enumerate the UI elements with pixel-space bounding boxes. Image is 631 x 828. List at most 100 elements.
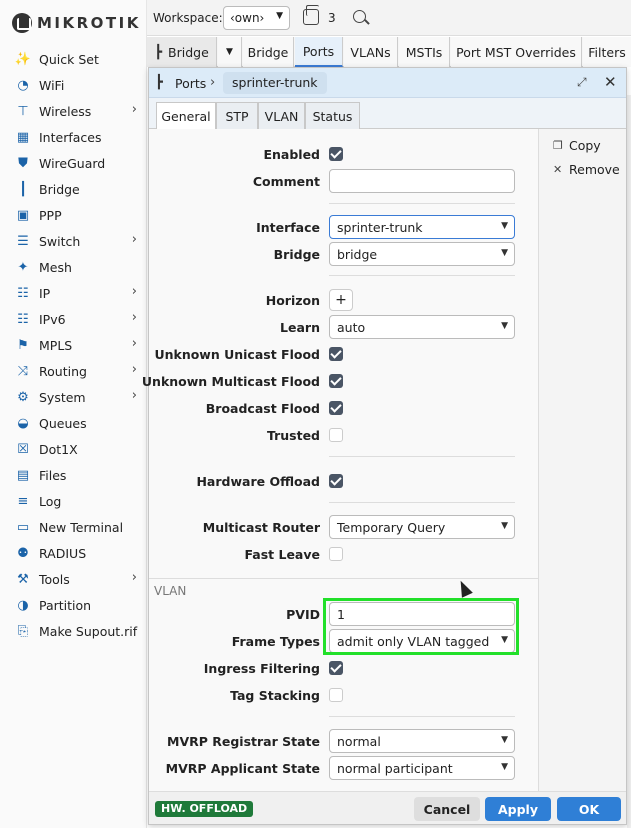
dialog-header[interactable]: ┣ Ports › sprinter-trunk ⤢ ✕: [149, 68, 626, 98]
section-header-bridge: ┣ Bridge: [147, 37, 217, 67]
copy-button[interactable]: ❐ Copy: [553, 138, 601, 153]
sidebar-item-bridge[interactable]: ┃ Bridge: [0, 176, 147, 202]
multicast-router-value: Temporary Query: [337, 520, 446, 535]
interface-select[interactable]: sprinter-trunk ▼: [329, 215, 515, 239]
comment-field[interactable]: [329, 169, 515, 193]
fast-leave-checkbox[interactable]: [329, 547, 343, 561]
copy-icon: ❐: [553, 139, 563, 152]
sidebar-item-ppp[interactable]: ▣ PPP: [0, 202, 147, 228]
apply-button[interactable]: Apply: [485, 797, 551, 821]
sidebar-item-files[interactable]: ▤ Files: [0, 462, 147, 488]
tab-stp[interactable]: STP: [216, 102, 258, 129]
close-icon[interactable]: ✕: [604, 73, 617, 91]
sidebar-item-wireless[interactable]: ⊤ Wireless ›: [0, 98, 147, 124]
ok-button[interactable]: OK: [557, 797, 621, 821]
sidebar-item-log[interactable]: ≡ Log: [0, 488, 147, 514]
sidebar-item-partition[interactable]: ◑ Partition: [0, 592, 147, 618]
sidebar-item-mesh[interactable]: ✦ Mesh: [0, 254, 147, 280]
horizon-add-button[interactable]: +: [329, 289, 353, 311]
unknown-unicast-flood-label: Unknown Unicast Flood: [154, 347, 320, 362]
tab-filters[interactable]: Filters: [583, 37, 631, 67]
mvrp-applicant-state-select[interactable]: normal participant ▼: [329, 756, 515, 780]
sidebar-item-mpls[interactable]: ⚑ MPLS ›: [0, 332, 147, 358]
learn-label: Learn: [280, 320, 320, 335]
expand-icon[interactable]: ⤢: [577, 75, 587, 90]
radius-icon: ⚉: [17, 545, 29, 561]
tab-vlan[interactable]: VLAN: [258, 102, 305, 129]
sidebar-item-quick-set[interactable]: ✨ Quick Set: [0, 46, 147, 72]
sidebar-item-system[interactable]: ⚙ System ›: [0, 384, 147, 410]
ingress-filtering-checkbox[interactable]: [329, 661, 343, 675]
cancel-button[interactable]: Cancel: [414, 797, 480, 821]
enabled-label: Enabled: [263, 147, 320, 162]
mvrp-registrar-state-select[interactable]: normal ▼: [329, 729, 515, 753]
frame-types-label: Frame Types: [231, 634, 320, 649]
bridge-select[interactable]: bridge ▼: [329, 242, 515, 266]
brand-name: MIKROTIK: [37, 14, 141, 32]
windows-stack-icon[interactable]: [303, 5, 319, 25]
bridge-value: bridge: [337, 247, 378, 262]
mikrotik-logo-icon: [12, 13, 32, 33]
broadcast-flood-label: Broadcast Flood: [205, 401, 320, 416]
multicast-router-select[interactable]: Temporary Query ▼: [329, 515, 515, 539]
tag-icon: ⚑: [17, 337, 29, 353]
learn-select[interactable]: auto ▼: [329, 315, 515, 339]
pvid-label: PVID: [286, 607, 320, 622]
dot1x-icon: ☒: [17, 441, 29, 457]
sidebar-item-new-terminal[interactable]: ▭ New Terminal: [0, 514, 147, 540]
sidebar-item-label: Interfaces: [39, 129, 102, 145]
sidebar-item-wifi[interactable]: ◔ WiFi: [0, 72, 147, 98]
sidebar-item-label: Partition: [39, 597, 92, 613]
sidebar-item-queues[interactable]: ◒ Queues: [0, 410, 147, 436]
sidebar-item-label: Tools: [39, 571, 70, 587]
tag-stacking-checkbox[interactable]: [329, 688, 343, 702]
trusted-checkbox[interactable]: [329, 428, 343, 442]
bridge-icon: ┣: [155, 75, 163, 90]
sidebar-item-label: New Terminal: [39, 519, 124, 535]
tab-mstis[interactable]: MSTIs: [399, 37, 450, 67]
unknown-unicast-flood-checkbox[interactable]: [329, 347, 343, 361]
tab-status[interactable]: Status: [305, 102, 360, 129]
sidebar-item-label: IPv6: [39, 311, 66, 327]
tab-port-mst-overrides[interactable]: Port MST Overrides: [451, 37, 582, 67]
workspace-select[interactable]: ‹own› ▼: [223, 6, 290, 30]
divider: [329, 203, 515, 204]
bridge-tab-strip: ┣ Bridge ▼ Bridge Ports VLANs MSTIs Port…: [147, 37, 631, 67]
sidebar-item-make-supout-rif[interactable]: ⎘ Make Supout.rif: [0, 618, 147, 644]
sidebar-item-wireguard[interactable]: ⛊ WireGuard: [0, 150, 147, 176]
gear-icon: ⚙: [17, 389, 29, 405]
remove-button[interactable]: ✕ Remove: [553, 162, 620, 177]
sidebar-item-switch[interactable]: ☰ Switch ›: [0, 228, 147, 254]
sidebar-item-label: Bridge: [39, 181, 80, 197]
chevron-down-icon: ▼: [501, 735, 508, 745]
sidebar-item-label: Files: [39, 467, 67, 483]
sidebar-item-label: Dot1X: [39, 441, 78, 457]
interfaces-icon: ▦: [16, 129, 30, 145]
sidebar-item-ip[interactable]: ☷ IP ›: [0, 280, 147, 306]
tab-vlans[interactable]: VLANs: [344, 37, 398, 67]
sidebar-item-label: Switch: [39, 233, 81, 249]
sidebar-item-dot1x[interactable]: ☒ Dot1X: [0, 436, 147, 462]
tab-dropdown[interactable]: ▼: [218, 37, 242, 67]
sidebar-item-ipv6[interactable]: ☷ IPv6 ›: [0, 306, 147, 332]
sidebar-item-routing[interactable]: ⤨ Routing ›: [0, 358, 147, 384]
sidebar-item-label: System: [39, 389, 86, 405]
search-icon[interactable]: [353, 10, 366, 23]
broadcast-flood-checkbox[interactable]: [329, 401, 343, 415]
horizon-label: Horizon: [265, 293, 320, 308]
chevron-right-icon: ›: [131, 336, 137, 351]
sidebar-item-radius[interactable]: ⚉ RADIUS: [0, 540, 147, 566]
hw-offload-badge: HW. OFFLOAD: [155, 801, 254, 817]
mikrotik-logo: MIKROTIK: [12, 10, 141, 36]
enabled-checkbox[interactable]: [329, 147, 343, 161]
hardware-offload-checkbox[interactable]: [329, 474, 343, 488]
tab-ports[interactable]: Ports: [295, 37, 343, 67]
unknown-multicast-flood-checkbox[interactable]: [329, 374, 343, 388]
partition-icon: ◑: [17, 597, 29, 613]
sidebar-item-interfaces[interactable]: ▦ Interfaces: [0, 124, 147, 150]
interface-value: sprinter-trunk: [337, 220, 423, 235]
sidebar-item-tools[interactable]: ⚒ Tools ›: [0, 566, 147, 592]
tab-general[interactable]: General: [156, 102, 216, 130]
bridge-icon: ┣: [154, 44, 163, 60]
tab-bridge[interactable]: Bridge: [243, 37, 294, 67]
